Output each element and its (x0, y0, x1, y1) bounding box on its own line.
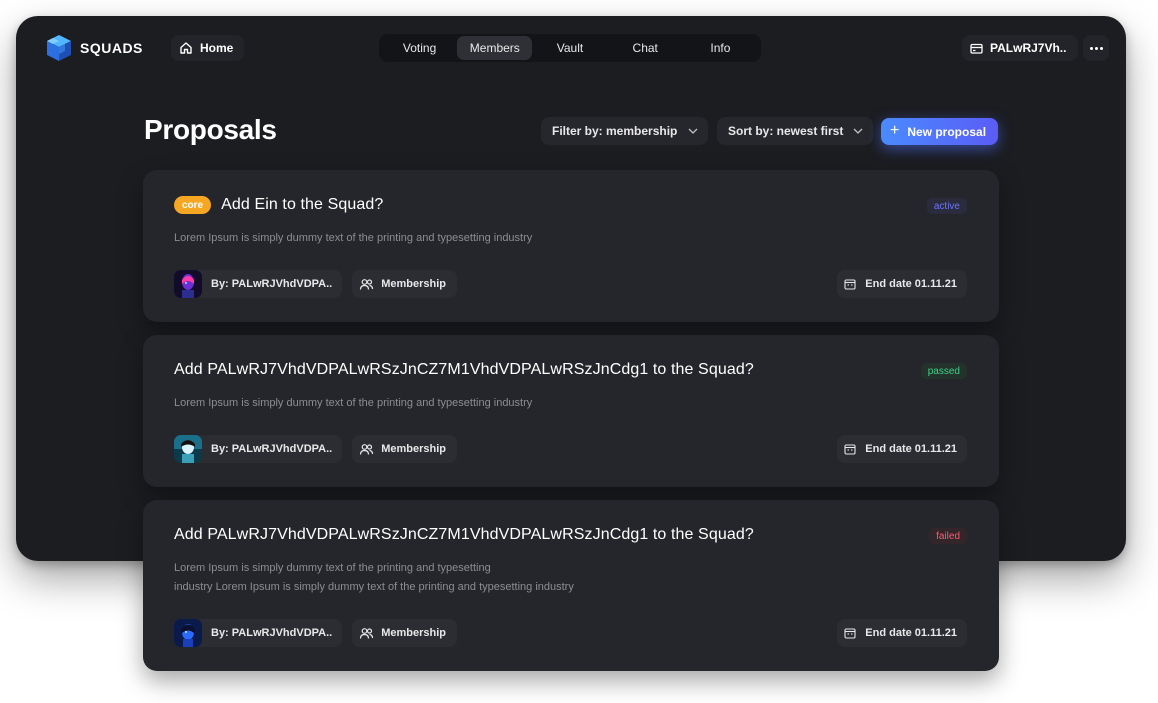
author-chip[interactable]: By: PALwRJVhdVDPA.. (174, 435, 343, 463)
tab-vault[interactable]: Vault (532, 36, 607, 60)
proposal-type: Membership (352, 270, 458, 298)
end-date-label: End date 01.11.21 (865, 443, 957, 455)
proposal-description: Lorem Ipsum is simply dummy text of the … (174, 394, 532, 413)
new-proposal-button[interactable]: + New proposal (881, 118, 998, 145)
dot (1099, 46, 1103, 50)
end-date: End date 01.11.21 (837, 619, 967, 647)
sort-dropdown[interactable]: Sort by: newest first (717, 117, 873, 145)
proposal-title: Add PALwRJ7VhdVDPALwRSzJnCZ7M1VhdVDPALwR… (174, 526, 754, 543)
end-date: End date 01.11.21 (837, 435, 967, 463)
home-icon (180, 42, 192, 54)
proposal-type-label: Membership (381, 278, 447, 290)
end-date-label: End date 01.11.21 (865, 627, 957, 639)
proposal-type: Membership (352, 619, 458, 647)
status-badge: failed (929, 528, 967, 544)
plus-icon: + (890, 121, 900, 139)
end-date: End date 01.11.21 (837, 270, 967, 298)
end-date-label: End date 01.11.21 (865, 278, 957, 290)
chevron-down-icon (688, 128, 698, 134)
status-badge: active (926, 198, 967, 214)
dot (1094, 46, 1098, 50)
description-line: Lorem Ipsum is simply dummy text of the … (174, 397, 533, 409)
author-name: By: PALwRJVhdVDPA.. (211, 278, 333, 290)
author-chip[interactable]: By: PALwRJVhdVDPA.. (174, 619, 343, 647)
calendar-icon (844, 444, 856, 455)
dot (1089, 46, 1093, 50)
author-name: By: PALwRJVhdVDPA.. (211, 443, 333, 455)
tab-voting[interactable]: Voting (382, 36, 457, 60)
proposal-card[interactable]: Add PALwRJ7VhdVDPALwRSzJnCZ7M1VhdVDPALwR… (143, 500, 999, 671)
proposal-title: Add PALwRJ7VhdVDPALwRSzJnCZ7M1VhdVDPALwR… (174, 361, 754, 378)
tab-chat[interactable]: Chat (608, 36, 683, 60)
squads-logo-icon (47, 35, 71, 61)
author-chip[interactable]: By: PALwRJVhdVDPA.. (174, 270, 343, 298)
users-icon (360, 443, 374, 455)
sort-label: Sort by: newest first (728, 124, 844, 138)
nav-tabs: Voting Members Vault Chat Info (379, 34, 761, 62)
new-proposal-label: New proposal (907, 124, 987, 139)
page-title: Proposals (144, 114, 277, 145)
card-header: Add PALwRJ7VhdVDPALwRSzJnCZ7M1VhdVDPALwR… (174, 361, 754, 379)
avatar (174, 270, 202, 298)
proposal-type-label: Membership (381, 443, 447, 455)
description-line: Lorem Ipsum is simply dummy text of the … (174, 232, 533, 244)
card-footer: By: PALwRJVhdVDPA.. Membership End date … (174, 619, 967, 647)
status-badge: passed (920, 363, 967, 379)
logo-text: SQUADS (80, 40, 143, 56)
home-label: Home (200, 41, 234, 55)
avatar (174, 435, 202, 463)
proposal-title: Add Ein to the Squad? (221, 196, 384, 213)
filter-label: Filter by: membership (552, 124, 678, 138)
card-footer: By: PALwRJVhdVDPA.. Membership End date … (174, 435, 967, 463)
description-line: Lorem Ipsum is simply dummy text of the … (174, 562, 491, 574)
proposal-type-label: Membership (381, 627, 447, 639)
wallet-button[interactable]: PALwRJ7Vh.. (962, 35, 1079, 61)
tab-members[interactable]: Members (457, 36, 533, 60)
card-header: core Add Ein to the Squad? (174, 196, 383, 214)
logo[interactable]: SQUADS (46, 34, 143, 62)
home-button[interactable]: Home (171, 35, 245, 61)
avatar (174, 619, 202, 647)
users-icon (360, 627, 374, 639)
proposal-card[interactable]: core Add Ein to the Squad? active Lorem … (143, 170, 999, 322)
proposal-description: Lorem Ipsum is simply dummy text of the … (174, 559, 574, 597)
chevron-down-icon (853, 128, 863, 134)
author-name: By: PALwRJVhdVDPA.. (211, 627, 333, 639)
card-header: Add PALwRJ7VhdVDPALwRSzJnCZ7M1VhdVDPALwR… (174, 526, 754, 544)
wallet-icon (970, 43, 983, 54)
calendar-icon (844, 279, 856, 290)
proposal-card[interactable]: Add PALwRJ7VhdVDPALwRSzJnCZ7M1VhdVDPALwR… (143, 335, 999, 487)
proposal-description: Lorem Ipsum is simply dummy text of the … (174, 229, 532, 248)
calendar-icon (844, 628, 856, 639)
filter-dropdown[interactable]: Filter by: membership (541, 117, 708, 145)
wallet-address: PALwRJ7Vh.. (990, 41, 1067, 55)
tab-info[interactable]: Info (683, 36, 758, 60)
more-options-button[interactable] (1083, 35, 1109, 61)
core-tag: core (174, 196, 212, 214)
proposal-type: Membership (352, 435, 458, 463)
users-icon (360, 278, 374, 290)
card-footer: By: PALwRJVhdVDPA.. Membership End date … (174, 270, 967, 298)
description-line: industry Lorem Ipsum is simply dummy tex… (174, 581, 574, 593)
